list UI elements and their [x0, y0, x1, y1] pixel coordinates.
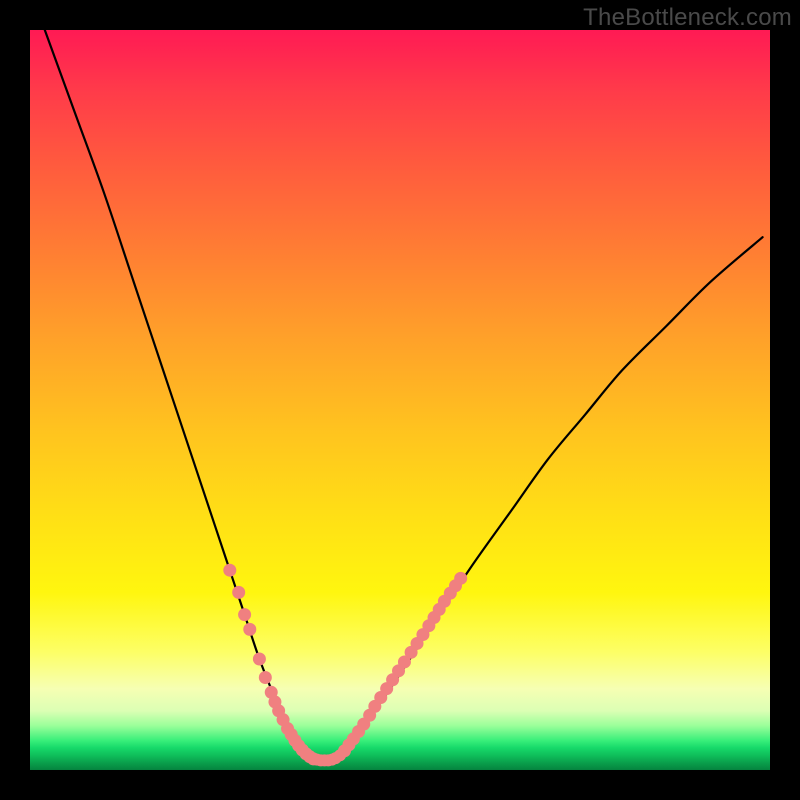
left-markers-group	[223, 564, 320, 766]
data-marker	[223, 564, 236, 577]
chart-frame: TheBottleneck.com	[0, 0, 800, 800]
data-marker	[454, 572, 467, 585]
chart-svg	[30, 30, 770, 770]
data-marker	[259, 671, 272, 684]
right-markers-group	[338, 572, 467, 757]
data-marker	[253, 653, 266, 666]
plot-area	[30, 30, 770, 770]
data-marker	[243, 623, 256, 636]
bottleneck-curve-path	[45, 30, 763, 761]
data-marker	[232, 586, 245, 599]
watermark-text: TheBottleneck.com	[583, 4, 792, 32]
data-marker	[238, 608, 251, 621]
